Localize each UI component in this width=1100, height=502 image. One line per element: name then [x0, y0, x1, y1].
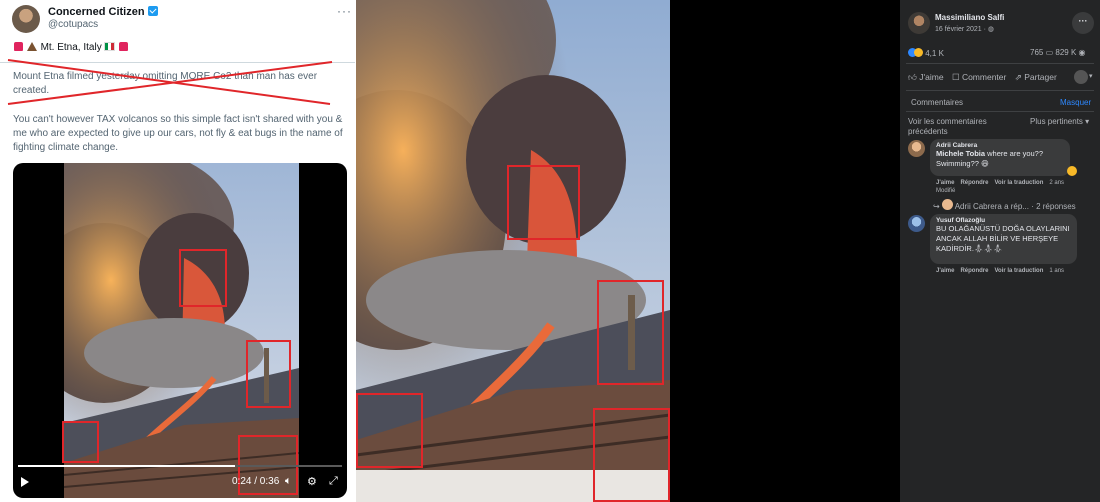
haha-reaction-icon[interactable] — [1067, 166, 1077, 176]
post-actions: 👍︎ J'aime ☐ Commenter ⇗ Partager — [908, 72, 1063, 83]
comment-icon: ▭ — [1045, 48, 1054, 57]
volume-icon[interactable]: 🔈︎ — [285, 475, 292, 488]
annotation-box — [356, 393, 423, 468]
video-progress-bar[interactable] — [18, 465, 342, 467]
comment-author[interactable]: Adrii Cabrera — [936, 142, 1064, 149]
eye-icon: ◉ — [1078, 48, 1086, 57]
post-date[interactable]: 16 février 2021 · ◍ — [935, 25, 994, 33]
video-time: 0:24 / 0:36 — [232, 476, 280, 487]
comment-age: 1 ans — [1049, 268, 1065, 274]
post-author[interactable]: Massimiliano Salfi — [935, 13, 1004, 22]
view-replies-link[interactable]: ↪ Adrii Cabrera a rép... · 2 réponses — [933, 199, 1076, 211]
facebook-post-sidebar: Massimiliano Salfi 16 février 2021 · ◍ ·… — [900, 0, 1100, 502]
settings-icon[interactable]: ⚙︎ — [307, 475, 317, 488]
more-options-button[interactable]: ··· — [1072, 12, 1094, 34]
play-icon[interactable] — [21, 477, 29, 487]
annotation-box — [246, 340, 291, 408]
annotation-box — [597, 280, 664, 385]
tweet-text-body: You can't however TAX volcanos so this s… — [13, 114, 343, 153]
edited-label: Modifié — [936, 188, 956, 194]
comment-like-link[interactable]: J'aime — [936, 180, 954, 186]
see-translation-link[interactable]: Voir la traduction — [994, 268, 1043, 274]
media-viewer-background — [670, 0, 900, 502]
chevron-down-icon: ▾ — [1085, 117, 1090, 126]
thumbs-up-icon: 👍︎ — [908, 72, 917, 82]
comment-like-link[interactable]: J'aime — [936, 268, 954, 274]
hide-comments-link[interactable]: Masquer — [1060, 98, 1091, 107]
sort-comments-dropdown[interactable]: Plus pertinents ▾ — [1030, 117, 1100, 127]
comment-content: Adrii Cabrera Michele Tobia where are yo… — [930, 139, 1070, 172]
see-translation-link[interactable]: Voir la traduction — [994, 180, 1043, 186]
enlarged-photo — [356, 0, 670, 502]
mention-link[interactable]: Michele Tobia — [936, 149, 985, 158]
tweet-panel: Concerned Citizen @cotupacs ··· Mt. Etna… — [0, 0, 355, 502]
comment-actions: J'aime Répondre Voir la traduction 2 ans — [936, 180, 1064, 186]
comment-reply-link[interactable]: Répondre — [960, 268, 988, 274]
share-icon: ⇗ — [1014, 72, 1022, 82]
comment-text: BU OLAĞANÜSTÜ DOĞA OLAYLARINI ANCAK ALLA… — [936, 224, 1070, 253]
comment-age: 2 ans — [1049, 180, 1065, 186]
video-player[interactable]: 0:24 / 0:36 🔈︎ ⚙︎ ⤢ — [13, 163, 347, 498]
grinning-emoji-icon: 😄︎ — [981, 159, 989, 168]
commenter-avatar[interactable] — [908, 215, 925, 232]
share-button[interactable]: ⇗ Partager — [1015, 72, 1057, 83]
comment-reply-link[interactable]: Répondre — [960, 180, 988, 186]
comment-content: Yusuf Oflazoğlu BU OLAĞANÜSTÜ DOĞA OLAYL… — [930, 214, 1077, 257]
globe-icon: ◍ — [987, 26, 995, 33]
replier-avatar — [941, 199, 953, 210]
fullscreen-icon[interactable]: ⤢ — [329, 475, 338, 488]
divider — [906, 111, 1094, 112]
comments-header: Commentaires — [911, 98, 964, 107]
annotation-box — [593, 408, 670, 502]
see-previous-comments-link[interactable]: Voir les commentaires précédents — [908, 117, 1018, 137]
post-counts[interactable]: 765 ▭ 829 K ◉ — [1030, 48, 1086, 57]
video-progress-fill — [18, 465, 236, 467]
profile-selector-avatar[interactable] — [1074, 70, 1088, 84]
reaction-summary[interactable]: 4,1 K — [908, 48, 944, 58]
divider — [906, 90, 1094, 91]
avatar[interactable] — [908, 12, 930, 34]
like-button[interactable]: 👍︎ J'aime — [908, 72, 944, 83]
reply-arrow-icon: ↪ — [933, 202, 940, 211]
comment-icon: ☐ — [951, 72, 960, 82]
annotation-box — [507, 165, 580, 240]
chevron-down-icon[interactable]: ▾ — [1089, 72, 1093, 80]
comment-text: Michele Tobia where are you?? Swimming??… — [936, 149, 1044, 168]
annotation-box — [62, 421, 99, 463]
comment-actions: J'aime Répondre Voir la traduction 1 ans — [936, 268, 1064, 274]
red-cross-overlay — [7, 59, 333, 105]
comment-bubble: Adrii Cabrera Michele Tobia where are yo… — [930, 139, 1070, 176]
divider — [906, 63, 1094, 64]
comment-bubble: Yusuf Oflazoğlu BU OLAĞANÜSTÜ DOĞA OLAYL… — [930, 214, 1077, 264]
annotation-box — [179, 249, 227, 307]
commenter-avatar[interactable] — [908, 140, 925, 157]
wow-reaction-icon — [914, 48, 923, 57]
praying-hands-icon: 🙏︎🙏︎🙏︎ — [973, 244, 1003, 253]
comment-author[interactable]: Yusuf Oflazoğlu — [936, 217, 1071, 224]
comment-button[interactable]: ☐ Commenter — [952, 72, 1006, 83]
